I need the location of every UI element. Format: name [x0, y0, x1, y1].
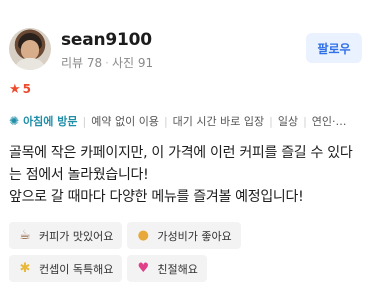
reviewer-avatar[interactable]	[9, 28, 51, 70]
follow-button[interactable]: 팔로우	[306, 33, 362, 63]
tag-divider: |	[269, 114, 273, 128]
avatar-body	[14, 58, 46, 70]
keyword-label: 친절해요	[157, 262, 198, 276]
review-text[interactable]: 골목에 작은 카페이지만, 이 가격에 이런 커피를 즐길 수 있다 는 점에서…	[9, 142, 369, 208]
keyword-chip: ☕ 커피가 맛있어요	[9, 222, 123, 249]
visit-tags[interactable]: ✺ 아침에 방문 | 예약 없이 이용 | 대기 시간 바로 입장 | 일상 |…	[9, 113, 369, 129]
visit-tag-wait: 대기 시간 바로 입장	[172, 115, 265, 128]
tag-divider: |	[82, 114, 87, 128]
review-count: 리뷰 78	[61, 56, 103, 70]
sun-icon: ✺	[9, 114, 20, 128]
rating-value: 5	[22, 82, 32, 96]
star-icon: ★	[9, 81, 21, 97]
keyword-chip: ✱ 컨셉이 독특해요	[9, 255, 123, 282]
money-bag-icon: ●	[137, 228, 150, 243]
review-line: 앞으로 갈 때마다 다양한 메뉴를 즐겨볼 예정입니다!	[9, 189, 304, 205]
visit-tag-reservation: 예약 없이 이용	[91, 115, 159, 128]
stats-divider: ·	[105, 56, 109, 70]
keyword-chip: ● 가성비가 좋아요	[127, 222, 241, 249]
review-line: 골목에 작은 카페이지만, 이 가격에 이런 커피를 즐길 수 있다	[9, 145, 353, 161]
tags-ellipsis: …	[335, 114, 347, 128]
tag-divider: |	[163, 114, 168, 128]
coffee-cup-icon: ☕	[19, 228, 31, 243]
visit-tag-time: 아침에 방문	[23, 115, 78, 128]
avatar-face	[21, 40, 39, 60]
keyword-chip: ♥ 친절해요	[127, 255, 207, 282]
photo-count: 사진 91	[112, 56, 154, 70]
review-line: 는 점에서 놀라웠습니다!	[9, 167, 149, 183]
reviewer-name[interactable]: sean9100	[61, 30, 152, 50]
visit-tag-purpose: 일상	[277, 115, 299, 128]
light-bulb-icon: ✱	[19, 261, 31, 276]
keyword-chips: ☕ 커피가 맛있어요 ● 가성비가 좋아요 ✱ 컨셉이 독특해요 ♥ 친절해요	[9, 222, 309, 282]
rating: ★ 5	[9, 82, 31, 96]
reviewer-stats: 리뷰 78 · 사진 91	[61, 54, 153, 71]
tag-divider: |	[303, 114, 307, 128]
keyword-label: 컨셉이 독특해요	[39, 262, 114, 276]
keyword-label: 커피가 맛있어요	[39, 229, 114, 243]
keyword-label: 가성비가 좋아요	[157, 229, 232, 243]
heart-icon: ♥	[137, 261, 150, 276]
visit-tag-companion: 연인·	[311, 115, 336, 128]
